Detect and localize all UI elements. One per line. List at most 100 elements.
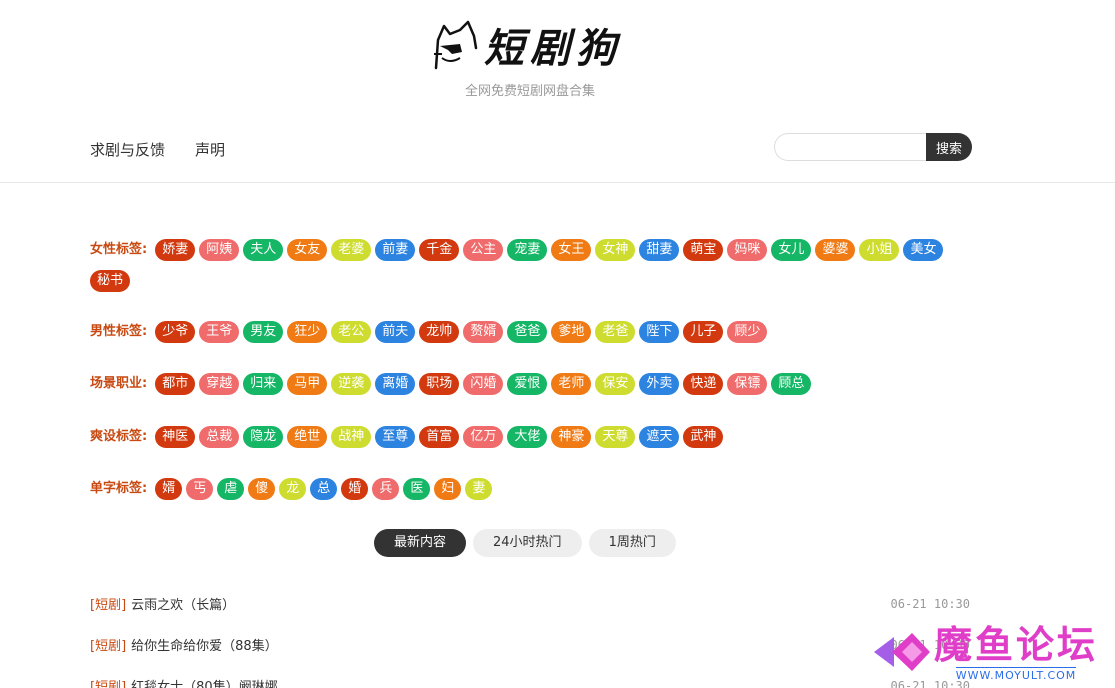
dog-logo-icon (434, 20, 478, 70)
tag-pill[interactable]: 女友 (287, 239, 328, 261)
tag-pill[interactable]: 虐 (217, 478, 245, 500)
tag-pill[interactable]: 狂少 (287, 321, 328, 343)
tag-pill[interactable]: 前夫 (375, 321, 416, 343)
forum-watermark: 魔鱼论坛 WWW.MOYULT.COM (872, 620, 1112, 684)
tag-pill[interactable]: 傻 (248, 478, 276, 500)
list-item[interactable]: [短剧] 云雨之欢（长篇） 06-21 10:30 (90, 583, 970, 624)
tag-pill[interactable]: 公主 (463, 239, 504, 261)
fish-logo-icon (874, 633, 930, 671)
tag-pill[interactable]: 萌宝 (683, 239, 724, 261)
tag-pill[interactable]: 老爸 (595, 321, 636, 343)
tag-pill[interactable]: 绝世 (287, 426, 328, 448)
tag-pill[interactable]: 神豪 (551, 426, 592, 448)
nav-item-statement[interactable]: 声明 (195, 139, 225, 160)
tag-pill[interactable]: 前妻 (375, 239, 416, 261)
tag-pill[interactable]: 遮天 (639, 426, 680, 448)
tag-pill[interactable]: 爸爸 (507, 321, 548, 343)
tag-group-male: 男性标签: 少爷 王爷 男友 狂少 老公 前夫 龙帅 赘婿 爸爸 爹地 老爸 陛下 儿子 顾少 (90, 321, 970, 343)
tab-24h-hot[interactable]: 24小时热门 (473, 529, 582, 557)
tag-pill[interactable]: 老公 (331, 321, 372, 343)
tag-pill[interactable]: 保镖 (727, 373, 768, 395)
content-tabs: 最新内容 24小时热门 1周热门 (374, 529, 676, 557)
tag-pill[interactable]: 儿子 (683, 321, 724, 343)
tag-pill[interactable]: 陛下 (639, 321, 680, 343)
tag-pill[interactable]: 都市 (155, 373, 196, 395)
tag-pill[interactable]: 战神 (331, 426, 372, 448)
tag-pill[interactable]: 赘婿 (463, 321, 504, 343)
site-subtitle: 全网免费短剧网盘合集 (464, 84, 595, 99)
list-item-category: [短剧] (90, 639, 127, 654)
tag-pill[interactable]: 穿越 (199, 373, 240, 395)
tag-pill[interactable]: 老师 (551, 373, 592, 395)
tag-pill[interactable]: 娇妻 (155, 239, 196, 261)
tag-pill[interactable]: 医 (403, 478, 431, 500)
tag-pill[interactable]: 女神 (595, 239, 636, 261)
tag-pill[interactable]: 顾少 (727, 321, 768, 343)
tag-pill[interactable]: 兵 (372, 478, 400, 500)
tag-pill[interactable]: 少爷 (155, 321, 196, 343)
search-button[interactable]: 搜索 (926, 133, 972, 161)
tag-pill[interactable]: 顾总 (771, 373, 812, 395)
tag-pill[interactable]: 职场 (419, 373, 460, 395)
tag-group-label: 场景职业: (90, 376, 148, 391)
tag-group-scene-job: 场景职业: 都市 穿越 归来 马甲 逆袭 离婚 职场 闪婚 爱恨 老师 保安 外卖 快递 保镖 顾总 (90, 373, 970, 395)
tag-pill[interactable]: 女王 (551, 239, 592, 261)
nav-item-request-feedback[interactable]: 求剧与反馈 (90, 139, 165, 160)
tab-week-hot[interactable]: 1周热门 (588, 529, 676, 557)
tag-pill[interactable]: 小姐 (859, 239, 900, 261)
tag-pill[interactable]: 归来 (243, 373, 284, 395)
tag-pill[interactable]: 龙 (279, 478, 307, 500)
tag-pill[interactable]: 婆婆 (815, 239, 856, 261)
tag-pill[interactable]: 隐龙 (243, 426, 284, 448)
tag-pill[interactable]: 天尊 (595, 426, 636, 448)
tag-pill[interactable]: 闪婚 (463, 373, 504, 395)
tag-pill[interactable]: 马甲 (287, 373, 328, 395)
tag-pill[interactable]: 阿姨 (199, 239, 240, 261)
list-item-title[interactable]: 红毯女士（80集）阚琳娜 (131, 676, 278, 688)
content-list: [短剧] 云雨之欢（长篇） 06-21 10:30 [短剧] 给你生命给你爱（8… (90, 583, 970, 688)
tag-pill[interactable]: 至尊 (375, 426, 416, 448)
tag-pill[interactable]: 宠妻 (507, 239, 548, 261)
tag-pill[interactable]: 妇 (434, 478, 462, 500)
tag-pill[interactable]: 王爷 (199, 321, 240, 343)
tag-pill[interactable]: 婚 (341, 478, 369, 500)
site-logo[interactable]: 短剧狗 (430, 18, 622, 72)
tag-pill[interactable]: 妻 (465, 478, 493, 500)
tag-pill[interactable]: 龙帅 (419, 321, 460, 343)
tag-group-single-char: 单字标签: 婿丐虐傻龙总婚兵医妇妻 (90, 478, 970, 500)
tag-pill[interactable]: 保安 (595, 373, 636, 395)
tag-pill[interactable]: 夫人 (243, 239, 284, 261)
tag-pill[interactable]: 千金 (419, 239, 460, 261)
tag-pill[interactable]: 美女 (903, 239, 944, 261)
tag-pill[interactable]: 秘书 (90, 270, 131, 292)
search-bar: 搜索 (774, 133, 972, 161)
tag-pill[interactable]: 首富 (419, 426, 460, 448)
tag-group-label: 单字标签: (90, 481, 148, 496)
tag-pill[interactable]: 总 (310, 478, 338, 500)
tag-pill[interactable]: 外卖 (639, 373, 680, 395)
tag-pill[interactable]: 妈咪 (727, 239, 768, 261)
list-item-title[interactable]: 给你生命给你爱（88集） (131, 635, 278, 654)
tag-group-label: 爽设标签: (90, 429, 148, 444)
tag-pill[interactable]: 总裁 (199, 426, 240, 448)
tag-pill[interactable]: 老婆 (331, 239, 372, 261)
tag-pill[interactable]: 快递 (683, 373, 724, 395)
tag-pill[interactable]: 离婚 (375, 373, 416, 395)
tag-pill[interactable]: 武神 (683, 426, 724, 448)
tag-pill[interactable]: 亿万 (463, 426, 504, 448)
tag-pill[interactable]: 甜妻 (639, 239, 680, 261)
tag-pill[interactable]: 丐 (186, 478, 214, 500)
tag-pill[interactable]: 逆袭 (331, 373, 372, 395)
tag-pill[interactable]: 男友 (243, 321, 284, 343)
list-item[interactable]: [短剧] 给你生命给你爱（88集） 06-21 10:30 (90, 624, 970, 665)
list-item[interactable]: [短剧] 红毯女士（80集）阚琳娜 06-21 10:30 (90, 665, 970, 688)
tab-latest[interactable]: 最新内容 (374, 529, 467, 557)
tag-pill[interactable]: 爹地 (551, 321, 592, 343)
tag-pill[interactable]: 大佬 (507, 426, 548, 448)
search-input[interactable] (774, 133, 926, 161)
list-item-title[interactable]: 云雨之欢（长篇） (131, 594, 235, 613)
tag-pill[interactable]: 婿 (155, 478, 183, 500)
tag-pill[interactable]: 爱恨 (507, 373, 548, 395)
tag-pill[interactable]: 女儿 (771, 239, 812, 261)
tag-pill[interactable]: 神医 (155, 426, 196, 448)
